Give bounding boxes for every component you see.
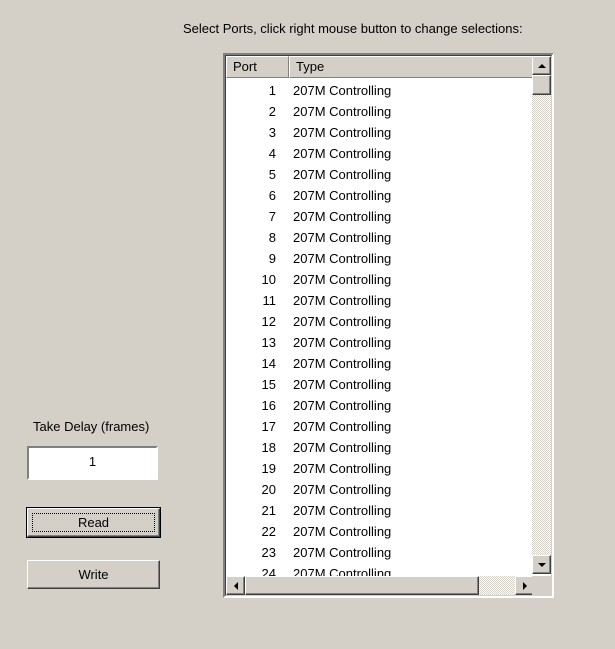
port-number: 23 — [261, 545, 276, 560]
port-number: 3 — [268, 125, 276, 140]
port-number: 4 — [268, 146, 276, 161]
port-number: 1 — [268, 83, 276, 98]
list-item[interactable]: 5 207M Controlling — [226, 164, 535, 185]
port-number: 11 — [262, 293, 277, 308]
port-type: 207M Controlling — [293, 482, 392, 497]
list-item[interactable]: 19 207M Controlling — [226, 458, 535, 479]
port-type: 207M Controlling — [293, 314, 392, 329]
port-type: 207M Controlling — [293, 209, 392, 224]
list-item[interactable]: 18 207M Controlling — [226, 437, 535, 458]
port-type: 207M Controlling — [293, 356, 392, 371]
instructions-text: Select Ports, click right mouse button t… — [183, 21, 523, 36]
vertical-scroll-thumb[interactable] — [532, 75, 551, 95]
port-number: 10 — [261, 272, 276, 287]
vertical-scrollbar[interactable] — [532, 56, 551, 574]
port-number: 22 — [261, 524, 276, 539]
take-delay-input[interactable]: 1 — [27, 446, 158, 480]
list-item[interactable]: 21 207M Controlling — [226, 500, 535, 521]
take-delay-label: Take Delay (frames) — [33, 419, 150, 434]
port-type: 207M Controlling — [293, 461, 392, 476]
arrow-down-icon[interactable] — [532, 555, 551, 574]
port-type: 207M Controlling — [293, 146, 392, 161]
port-type: 207M Controlling — [293, 335, 392, 350]
list-header: Port Type — [226, 56, 535, 78]
write-button[interactable]: Write — [27, 560, 160, 589]
port-number: 6 — [268, 188, 276, 203]
port-number: 18 — [261, 440, 276, 455]
port-number: 21 — [261, 503, 276, 518]
port-type: 207M Controlling — [293, 188, 392, 203]
list-item[interactable]: 10 207M Controlling — [226, 269, 535, 290]
port-type: 207M Controlling — [293, 167, 392, 182]
list-rows: 1 207M Controlling 2 207M Controlling 3 207M … — [226, 80, 535, 584]
ports-list[interactable]: Port Type 1 207M Controlling 2 207M Control… — [223, 53, 554, 598]
port-type: 207M Controlling — [293, 125, 392, 140]
port-number: 17 — [261, 419, 276, 434]
port-type: 207M Controlling — [293, 251, 392, 266]
list-item[interactable]: 20 207M Controlling — [226, 479, 535, 500]
list-item[interactable]: 2 207M Controlling — [226, 101, 535, 122]
port-number: 9 — [268, 251, 276, 266]
port-type: 207M Controlling — [293, 272, 392, 287]
list-item[interactable]: 23 207M Controlling — [226, 542, 535, 563]
focus-rectangle — [32, 513, 155, 532]
port-number: 5 — [268, 167, 276, 182]
read-button[interactable]: Read — [26, 507, 161, 538]
list-item[interactable]: 15 207M Controlling — [226, 374, 535, 395]
port-type: 207M Controlling — [293, 377, 392, 392]
port-number: 16 — [261, 398, 276, 413]
port-type: 207M Controlling — [293, 440, 392, 455]
column-header-type[interactable]: Type — [289, 56, 535, 78]
port-type: 207M Controlling — [293, 545, 392, 560]
scrollbar-corner — [532, 576, 551, 595]
port-type: 207M Controlling — [293, 419, 392, 434]
port-number: 14 — [261, 356, 276, 371]
port-type: 207M Controlling — [293, 503, 392, 518]
arrow-up-icon[interactable] — [532, 56, 551, 75]
list-item[interactable]: 16 207M Controlling — [226, 395, 535, 416]
list-item[interactable]: 12 207M Controlling — [226, 311, 535, 332]
list-item[interactable]: 6 207M Controlling — [226, 185, 535, 206]
list-item[interactable]: 22 207M Controlling — [226, 521, 535, 542]
arrow-left-icon[interactable] — [226, 576, 245, 595]
list-item[interactable]: 4 207M Controlling — [226, 143, 535, 164]
list-item[interactable]: 11 207M Controlling — [226, 290, 535, 311]
list-item[interactable]: 1 207M Controlling — [226, 80, 535, 101]
port-number: 12 — [261, 314, 276, 329]
write-button-label: Write — [78, 567, 109, 582]
port-type: 207M Controlling — [293, 104, 392, 119]
list-item[interactable]: 17 207M Controlling — [226, 416, 535, 437]
list-item[interactable]: 3 207M Controlling — [226, 122, 535, 143]
list-item[interactable]: 13 207M Controlling — [226, 332, 535, 353]
horizontal-scrollbar[interactable] — [226, 576, 534, 595]
port-number: 7 — [268, 209, 276, 224]
port-type: 207M Controlling — [293, 83, 392, 98]
port-number: 19 — [261, 461, 276, 476]
port-type: 207M Controlling — [293, 524, 392, 539]
port-number: 15 — [261, 377, 276, 392]
column-header-port[interactable]: Port — [226, 56, 289, 78]
list-item[interactable]: 8 207M Controlling — [226, 227, 535, 248]
port-type: 207M Controlling — [293, 293, 392, 308]
port-number: 13 — [261, 335, 276, 350]
port-type: 207M Controlling — [293, 398, 392, 413]
port-number: 20 — [261, 482, 276, 497]
port-number: 8 — [268, 230, 276, 245]
list-item[interactable]: 14 207M Controlling — [226, 353, 535, 374]
horizontal-scroll-thumb[interactable] — [245, 576, 479, 595]
list-item[interactable]: 9 207M Controlling — [226, 248, 535, 269]
list-item[interactable]: 7 207M Controlling — [226, 206, 535, 227]
port-number: 2 — [268, 104, 276, 119]
port-type: 207M Controlling — [293, 230, 392, 245]
